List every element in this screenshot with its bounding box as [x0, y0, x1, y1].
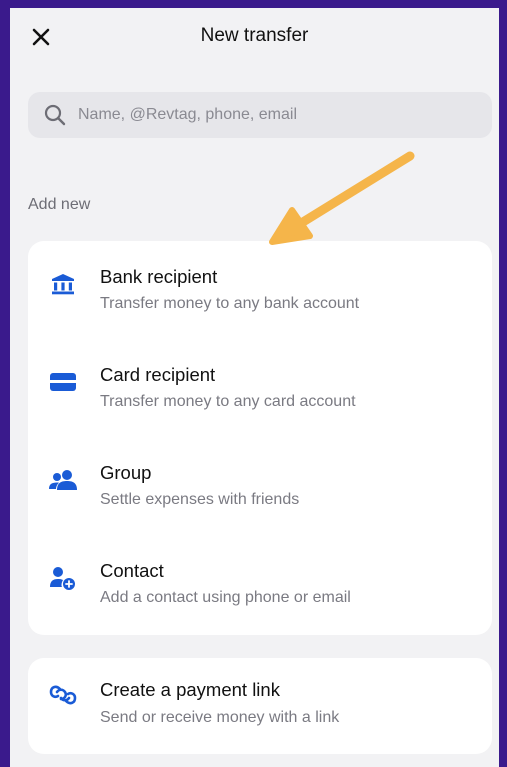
- page-title: New transfer: [200, 25, 309, 46]
- payment-link-card: Create a payment link Send or receive mo…: [28, 658, 492, 754]
- option-description: Add a contact using phone or email: [100, 589, 351, 606]
- add-new-card: Bank recipient Transfer money to any ban…: [28, 241, 492, 635]
- search-icon: [44, 104, 66, 126]
- header: New transfer: [10, 8, 499, 66]
- option-description: Transfer money to any card account: [100, 393, 356, 410]
- option-title: Group: [100, 462, 152, 483]
- option-title: Contact: [100, 560, 164, 581]
- option-description: Send or receive money with a link: [100, 709, 340, 726]
- card-icon: [48, 369, 78, 395]
- create-payment-link-option[interactable]: Create a payment link Send or receive mo…: [28, 658, 492, 754]
- link-icon: [48, 682, 78, 708]
- option-title: Bank recipient: [100, 266, 218, 287]
- group-option[interactable]: Group Settle expenses with friends: [28, 437, 492, 535]
- search-input[interactable]: [78, 106, 458, 124]
- app-screen: New transfer Add new Bank recipient Tran…: [10, 8, 499, 767]
- option-title: Create a payment link: [100, 679, 280, 700]
- option-description: Settle expenses with friends: [100, 491, 300, 508]
- contact-option[interactable]: Contact Add a contact using phone or ema…: [28, 535, 492, 633]
- search-bar[interactable]: [28, 92, 492, 138]
- bank-recipient-option[interactable]: Bank recipient Transfer money to any ban…: [28, 241, 492, 339]
- option-description: Transfer money to any bank account: [100, 295, 360, 312]
- card-recipient-option[interactable]: Card recipient Transfer money to any car…: [28, 339, 492, 437]
- option-title: Card recipient: [100, 364, 216, 385]
- group-icon: [48, 467, 78, 493]
- section-label-add-new: Add new: [28, 196, 91, 213]
- bank-icon: [48, 271, 78, 297]
- add-contact-icon: [48, 565, 78, 591]
